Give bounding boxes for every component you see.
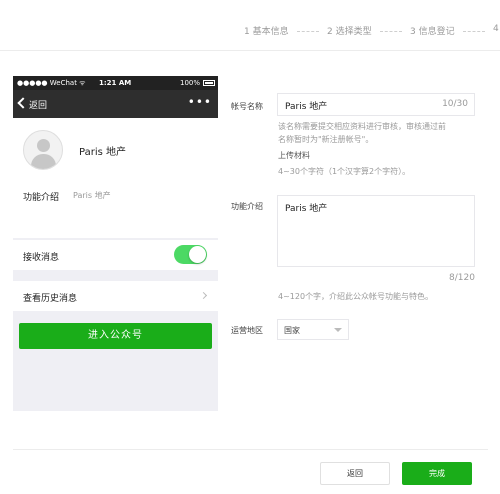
intro-counter: 8/120 [449,273,475,283]
enter-account-button[interactable]: 进入公众号 [19,323,212,349]
intro-row: 功能介绍 Paris 地产 [13,180,218,238]
account-name-hint-2: 名称暂时为"新注册帐号"。 [278,135,374,144]
intro-textarea[interactable]: Paris 地产 [277,195,475,267]
status-bar: ●●●●● WeChat ᯤ 1:21 AM 100% [13,76,218,90]
step-indicator: 1 基本信息 2 选择类型 3 信息登记 4 [0,24,500,40]
step-separator [463,31,485,32]
back-chevron-icon[interactable] [17,97,29,109]
battery-icon [203,80,215,86]
profile-name: Paris 地产 [79,147,126,158]
upload-materials-link[interactable]: 上传材料 [278,150,310,161]
account-name-counter: 10/30 [442,99,468,109]
back-button[interactable]: 返回 [320,462,390,485]
receive-messages-row: 接收消息 [13,240,218,270]
header-divider [0,50,500,51]
account-name-rule: 4~30个字符（1个汉字算2个字符）。 [278,167,411,176]
account-name-input[interactable]: Paris 地产 10/30 [277,93,475,116]
region-select[interactable]: 国家 [277,319,349,340]
chevron-right-icon [199,291,208,300]
phone-back-label[interactable]: 返回 [29,98,47,111]
intro-rule: 4~120个字，介绍此公众帐号功能与特色。 [278,292,434,301]
avatar-head [37,139,50,152]
more-icon[interactable]: ••• [188,95,212,109]
intro-textarea-value: Paris 地产 [285,204,328,214]
avatar-body [31,154,56,169]
account-name-value: Paris 地产 [285,102,328,112]
step-2: 2 选择类型 [327,27,372,37]
history-messages-row[interactable]: 查看历史消息 [13,281,218,311]
avatar [23,130,63,170]
receive-messages-toggle[interactable] [174,245,207,264]
history-messages-label: 查看历史消息 [23,294,78,304]
region-label: 运营地区 [231,326,263,335]
receive-messages-label: 接收消息 [23,253,60,263]
carrier-label: ●●●●● WeChat ᯤ [17,79,86,87]
account-name-label: 帐号名称 [231,102,263,111]
profile-card: Paris 地产 [13,118,218,180]
account-name-hint-1: 该名称需要提交相应资料进行审核，审核通过前 [278,122,446,131]
status-time: 1:21 AM [99,79,132,87]
intro-label: 功能介绍 [23,193,60,203]
chevron-down-icon [334,328,342,332]
intro-value: Paris 地产 [73,191,111,200]
battery-percent: 100% [179,79,200,87]
step-4: 4 [493,24,499,34]
footer-divider [13,449,488,450]
toggle-knob [189,246,206,263]
region-selected-value: 国家 [284,326,300,335]
step-1: 1 基本信息 [244,27,289,37]
step-3: 3 信息登记 [410,27,455,37]
phone-preview: ●●●●● WeChat ᯤ 1:21 AM 100% 返回 ••• Paris… [13,76,218,411]
step-separator [297,31,319,32]
done-button[interactable]: 完成 [402,462,472,485]
intro-form-label: 功能介绍 [231,202,263,211]
phone-nav-bar: 返回 ••• [13,90,218,118]
step-separator [380,31,402,32]
